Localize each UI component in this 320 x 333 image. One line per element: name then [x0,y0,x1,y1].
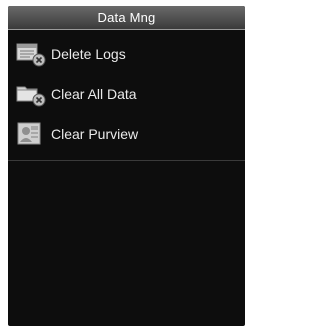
menu-item-delete-logs[interactable]: Delete Logs [8,34,245,74]
menu-item-clear-all-data[interactable]: Clear All Data [8,74,245,114]
clear-purview-icon [15,120,47,148]
device-screen: Data Mng Delete Logs Clear All Data Clea… [8,6,245,326]
page-title: Data Mng [97,10,156,25]
clear-data-icon [15,80,47,108]
menu-item-label: Clear Purview [51,126,139,142]
menu-item-label: Delete Logs [51,46,126,62]
menu-item-clear-purview[interactable]: Clear Purview [8,114,245,154]
menu-item-label: Clear All Data [51,86,137,102]
divider [8,160,245,161]
data-management-menu: Delete Logs Clear All Data Clear Purview [8,30,245,161]
delete-logs-icon [15,40,47,68]
title-bar: Data Mng [8,6,245,30]
